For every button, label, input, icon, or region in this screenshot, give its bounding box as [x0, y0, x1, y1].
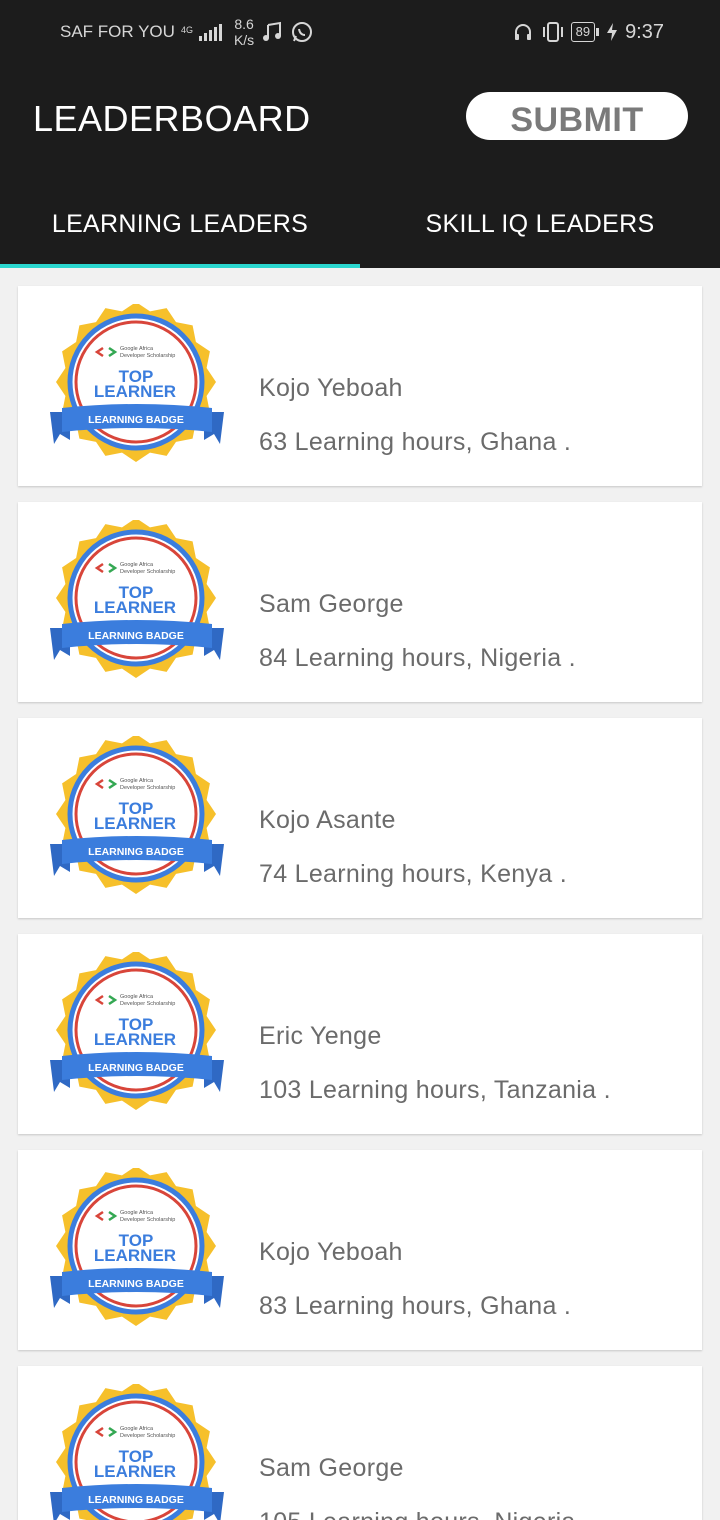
svg-text:LEARNING BADGE: LEARNING BADGE: [88, 846, 184, 858]
leader-card[interactable]: Google Africa Developer Scholarship TOP LEA…: [18, 718, 702, 918]
top-learner-badge-icon: Google Africa Developer Scholarship TOP LEA…: [48, 950, 228, 1112]
leader-name: Sam George: [259, 590, 404, 618]
status-right: 89 9:37: [511, 14, 664, 50]
battery-icon: 89: [570, 22, 600, 42]
top-learner-badge-icon: Google Africa Developer Scholarship TOP LEA…: [48, 734, 228, 896]
signal-icon: [198, 23, 222, 41]
vibrate-icon: [541, 20, 565, 44]
leader-details: 83 Learning hours, Ghana .: [259, 1292, 572, 1320]
leader-card[interactable]: Google Africa Developer Scholarship TOP LEA…: [18, 286, 702, 486]
svg-text:Developer Scholarship: Developer Scholarship: [120, 1001, 175, 1007]
svg-text:Developer Scholarship: Developer Scholarship: [120, 1433, 175, 1439]
svg-text:LEARNING BADGE: LEARNING BADGE: [88, 1278, 184, 1290]
svg-text:Developer Scholarship: Developer Scholarship: [120, 569, 175, 575]
tab-learning-leaders[interactable]: LEARNING LEADERS: [0, 180, 360, 268]
charging-icon: [605, 20, 619, 44]
leader-name: Kojo Yeboah: [259, 1238, 403, 1266]
svg-text:Google Africa: Google Africa: [120, 562, 154, 568]
tab-skill-iq-leaders[interactable]: SKILL IQ LEADERS: [360, 180, 720, 268]
carrier-label: SAF FOR YOU: [60, 22, 175, 41]
tab-bar: LEARNING LEADERS SKILL IQ LEADERS: [0, 180, 720, 268]
whatsapp-icon: [290, 20, 314, 44]
network-type: 4G: [180, 24, 193, 35]
svg-text:LEARNING BADGE: LEARNING BADGE: [88, 414, 184, 426]
leader-name: Kojo Yeboah: [259, 374, 403, 402]
leader-card[interactable]: Google Africa Developer Scholarship TOP LEA…: [18, 934, 702, 1134]
svg-text:LEARNING BADGE: LEARNING BADGE: [88, 630, 184, 642]
svg-text:Google Africa: Google Africa: [120, 1210, 154, 1216]
speed-unit: K/s: [233, 32, 255, 48]
svg-text:LEARNER: LEARNER: [94, 598, 176, 617]
clock: 9:37: [625, 20, 664, 43]
page-title: LEADERBOARD: [33, 98, 311, 139]
leader-name: Sam George: [259, 1454, 404, 1482]
leader-card[interactable]: Google Africa Developer Scholarship TOP LEA…: [18, 1366, 702, 1520]
leader-card[interactable]: Google Africa Developer Scholarship TOP LEA…: [18, 1150, 702, 1350]
music-icon: [260, 20, 284, 44]
svg-text:Developer Scholarship: Developer Scholarship: [120, 353, 175, 359]
battery-level: 89: [570, 22, 596, 42]
headset-icon: [511, 20, 535, 44]
status-left: SAF FOR YOU 4G 8.6 K/s: [60, 14, 314, 50]
svg-text:LEARNING BADGE: LEARNING BADGE: [88, 1062, 184, 1074]
svg-text:Developer Scholarship: Developer Scholarship: [120, 785, 175, 791]
svg-text:LEARNING BADGE: LEARNING BADGE: [88, 1494, 184, 1506]
tab-label: SKILL IQ LEADERS: [425, 209, 655, 238]
svg-text:Google Africa: Google Africa: [120, 994, 154, 1000]
top-learner-badge-icon: Google Africa Developer Scholarship TOP LEA…: [48, 518, 228, 680]
svg-text:LEARNER: LEARNER: [94, 1030, 176, 1049]
leader-list[interactable]: Google Africa Developer Scholarship TOP LEA…: [0, 268, 720, 1520]
svg-text:Developer Scholarship: Developer Scholarship: [120, 1217, 175, 1223]
leader-card[interactable]: Google Africa Developer Scholarship TOP LEA…: [18, 502, 702, 702]
leader-name: Kojo Asante: [259, 806, 396, 834]
leader-name: Eric Yenge: [259, 1022, 382, 1050]
top-learner-badge-icon: Google Africa Developer Scholarship TOP LEA…: [48, 1166, 228, 1328]
leader-details: 63 Learning hours, Ghana .: [259, 428, 572, 456]
leader-details: 103 Learning hours, Tanzania .: [259, 1076, 611, 1104]
top-learner-badge-icon: Google Africa Developer Scholarship TOP LEA…: [48, 1382, 228, 1520]
leader-details: 105 Learning hours, Nigeria .: [259, 1508, 590, 1520]
tab-label: LEARNING LEADERS: [51, 209, 309, 238]
leader-details: 74 Learning hours, Kenya .: [259, 860, 568, 888]
svg-text:Google Africa: Google Africa: [120, 778, 154, 784]
svg-text:LEARNER: LEARNER: [94, 814, 176, 833]
svg-text:Google Africa: Google Africa: [120, 1426, 154, 1432]
svg-text:LEARNER: LEARNER: [94, 1246, 176, 1265]
top-learner-badge-icon: Google Africa Developer Scholarship TOP LEA…: [48, 302, 228, 464]
leader-details: 84 Learning hours, Nigeria .: [259, 644, 576, 672]
submit-button[interactable]: SUBMIT: [466, 92, 688, 140]
svg-text:Google Africa: Google Africa: [120, 346, 154, 352]
svg-text:LEARNER: LEARNER: [94, 382, 176, 401]
speed-value: 8.6: [234, 16, 254, 32]
svg-text:LEARNER: LEARNER: [94, 1462, 176, 1481]
status-bar: SAF FOR YOU 4G 8.6 K/s 89 9:37: [0, 0, 720, 64]
network-speed: 8.6 K/s: [234, 16, 254, 48]
